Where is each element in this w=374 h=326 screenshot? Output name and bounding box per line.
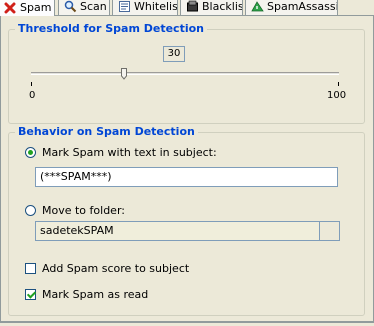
slider-max-label: 100 bbox=[327, 90, 347, 101]
tab-scan[interactable]: Scan bbox=[58, 0, 110, 15]
tab-label: Blacklist bbox=[202, 0, 242, 13]
threshold-group: Threshold for Spam Detection 30 0 100 bbox=[8, 22, 365, 124]
blacklist-icon bbox=[185, 0, 199, 14]
panel-bottom-border bbox=[0, 321, 374, 322]
mark-subject-option[interactable]: Mark Spam with text in subject: bbox=[25, 146, 217, 159]
spam-settings-panel: Threshold for Spam Detection 30 0 100 Be… bbox=[0, 15, 374, 323]
tab-label: Whitelist bbox=[134, 0, 178, 13]
move-folder-label: Move to folder: bbox=[42, 204, 125, 217]
tab-spam[interactable]: Spam bbox=[0, 0, 55, 16]
tab-label: Spam bbox=[20, 1, 52, 14]
spamassassin-icon bbox=[250, 0, 264, 14]
mark-read-label: Mark Spam as read bbox=[42, 288, 149, 301]
add-score-option[interactable]: Add Spam score to subject bbox=[25, 262, 189, 275]
tab-spamassassin[interactable]: SpamAssassin bbox=[245, 0, 338, 15]
slider-tick-min bbox=[31, 82, 32, 86]
tab-whitelist[interactable]: Whitelist bbox=[112, 0, 178, 15]
tab-label: Scan bbox=[80, 0, 107, 13]
mark-subject-radio[interactable] bbox=[25, 147, 36, 158]
move-folder-radio[interactable] bbox=[25, 205, 36, 216]
folder-input[interactable]: sadetekSPAM bbox=[35, 221, 320, 241]
mark-read-checkbox[interactable] bbox=[25, 289, 36, 300]
mark-subject-label: Mark Spam with text in subject: bbox=[42, 146, 217, 159]
threshold-value: 30 bbox=[163, 46, 185, 62]
slider-min-label: 0 bbox=[29, 90, 36, 101]
browse-folder-button[interactable] bbox=[320, 221, 340, 241]
whitelist-icon bbox=[117, 0, 131, 14]
add-score-checkbox[interactable] bbox=[25, 263, 36, 274]
tab-label: SpamAssassin bbox=[267, 0, 338, 13]
threshold-group-title: Threshold for Spam Detection bbox=[15, 22, 207, 35]
subject-tag-input[interactable]: (***SPAM***) bbox=[35, 167, 338, 187]
red-x-icon bbox=[3, 1, 17, 15]
slider-tick-max bbox=[338, 82, 339, 86]
threshold-slider-track[interactable] bbox=[31, 72, 339, 75]
mark-read-option[interactable]: Mark Spam as read bbox=[25, 288, 148, 301]
tab-strip: Spam Scan Whitelist Blacklist SpamAssass… bbox=[0, 0, 374, 16]
behavior-group-title: Behavior on Spam Detection bbox=[15, 125, 198, 138]
magnifier-icon bbox=[63, 0, 77, 14]
threshold-slider-thumb[interactable] bbox=[121, 68, 127, 80]
move-folder-option[interactable]: Move to folder: bbox=[25, 204, 125, 217]
tab-blacklist[interactable]: Blacklist bbox=[180, 0, 243, 15]
behavior-group: Behavior on Spam Detection Mark Spam wit… bbox=[8, 125, 365, 316]
add-score-label: Add Spam score to subject bbox=[42, 262, 190, 275]
